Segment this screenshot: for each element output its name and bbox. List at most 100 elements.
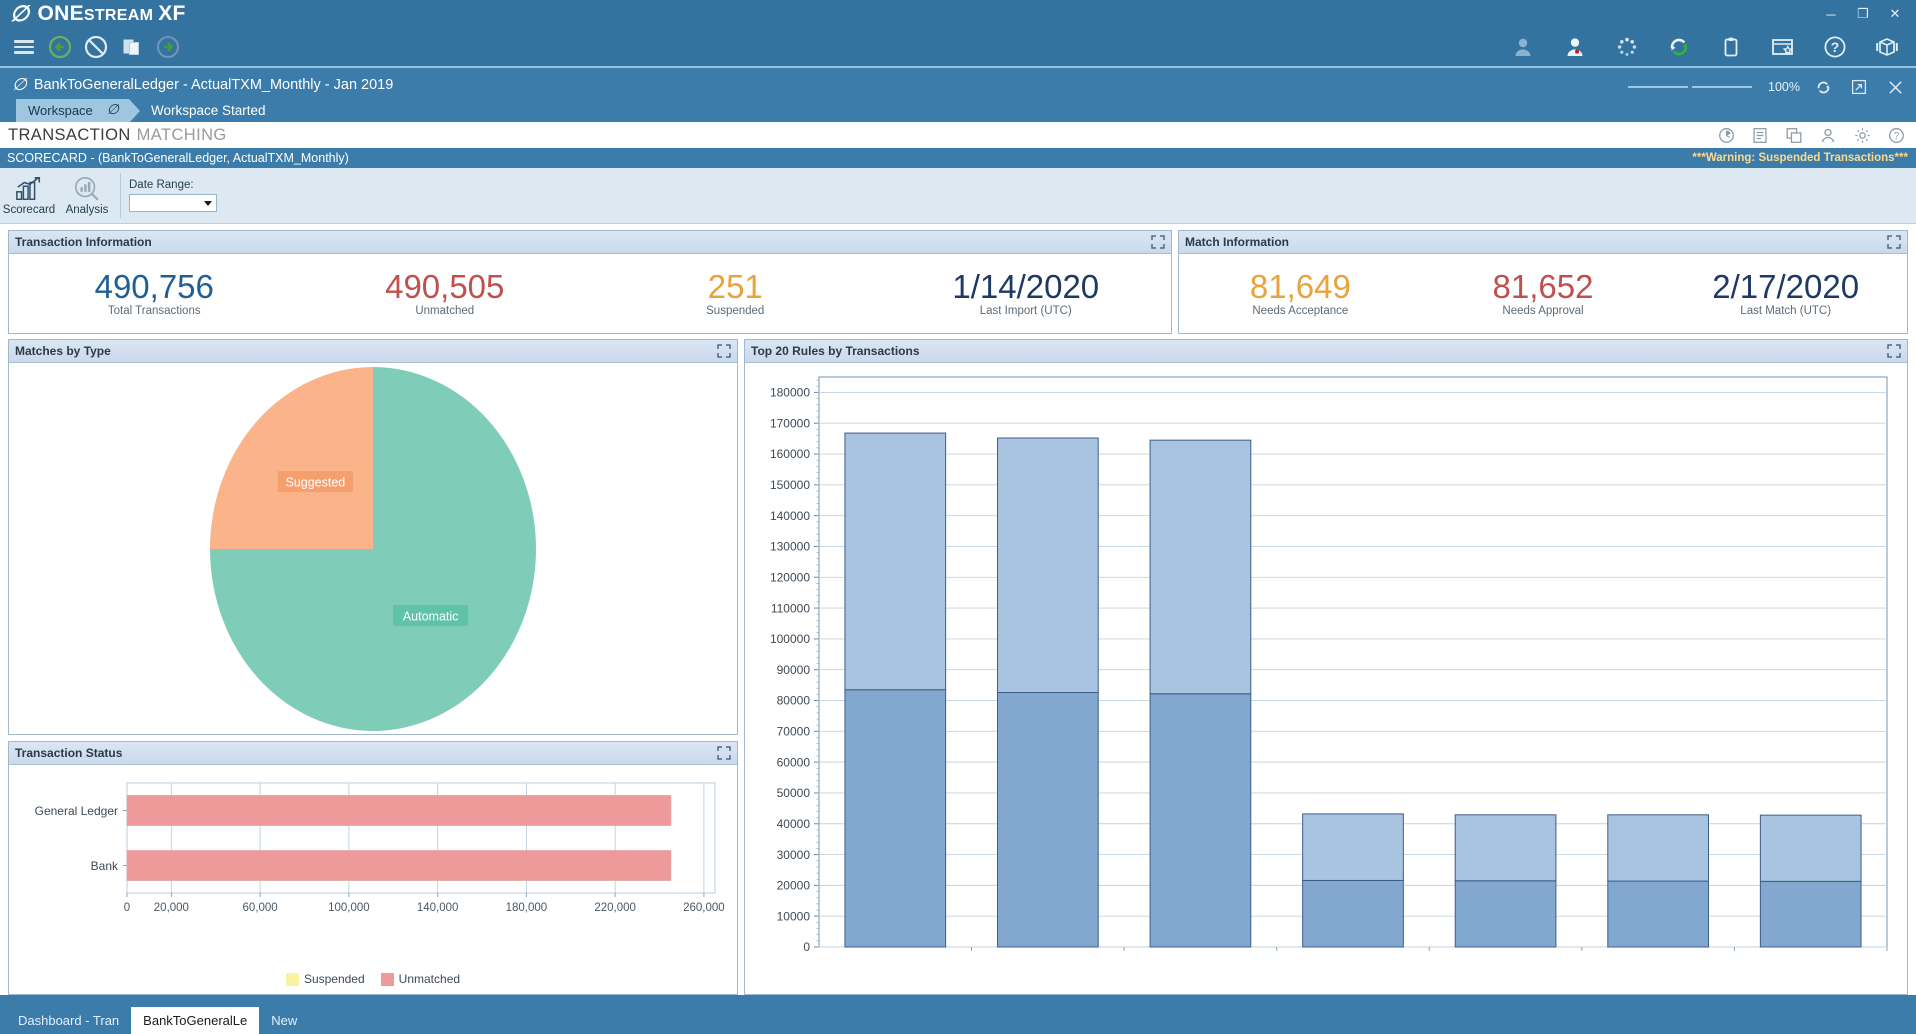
y-tick-label: 170000 <box>770 416 810 430</box>
user-logout-icon[interactable] <box>1554 31 1596 63</box>
bar-segment[interactable] <box>1303 880 1404 947</box>
bar-segment[interactable] <box>1150 440 1251 694</box>
ribbon-toolbar: Scorecard Analysis Date Range: <box>0 168 1916 224</box>
transaction-information-body: 490,756Total Transactions490,505Unmatche… <box>9 254 1171 333</box>
analysis-button-label: Analysis <box>66 204 109 216</box>
legend-swatch <box>286 973 299 986</box>
bar-segment[interactable] <box>845 690 946 947</box>
kpi-value: 251 <box>708 270 763 305</box>
menu-button[interactable] <box>6 31 42 63</box>
scorecard-label: SCORECARD - (BankToGeneralLedger, Actual… <box>7 151 349 165</box>
legend-item[interactable]: Unmatched <box>381 972 460 986</box>
list-icon[interactable] <box>1750 125 1770 145</box>
brand-xf: XF <box>158 2 185 25</box>
document-refresh-button[interactable] <box>1810 76 1836 98</box>
bar-segment[interactable] <box>1455 815 1556 881</box>
bar-segment[interactable] <box>1303 814 1404 881</box>
title-bar: ∅ ONESTREAMXF ─ ❐ ✕ <box>0 0 1916 28</box>
left-charts-column: Matches by Type AutomaticSuggested Trans… <box>8 339 738 995</box>
pie-chart-svg: AutomaticSuggested <box>173 364 573 734</box>
ribbon-separator <box>120 173 121 218</box>
match-information-header: Match Information <box>1179 231 1907 254</box>
transaction-status-panel: Transaction Status 020,00060,000100,0001… <box>8 741 738 995</box>
expand-icon[interactable] <box>1887 344 1901 358</box>
y-tick-label: 10000 <box>777 909 811 923</box>
y-tick-label: 30000 <box>777 848 811 862</box>
clock-icon[interactable] <box>1716 125 1736 145</box>
copy-button[interactable] <box>114 31 150 63</box>
bar-segment[interactable] <box>1760 815 1861 881</box>
bar-segment[interactable] <box>1608 815 1709 881</box>
forward-button[interactable] <box>150 31 186 63</box>
x-tick-label: 260,000 <box>683 902 725 914</box>
kpi-item: 490,505Unmatched <box>300 270 591 318</box>
y-tick-label: 90000 <box>777 663 811 677</box>
x-tick-label: 0 <box>124 902 130 914</box>
transaction-status-body: 020,00060,000100,000140,000180,000220,00… <box>9 765 737 994</box>
x-tick-label: 140,000 <box>417 902 459 914</box>
breadcrumb-logo-icon: ∅ <box>107 102 119 119</box>
zoom-slider[interactable] <box>1628 86 1752 88</box>
expand-icon[interactable] <box>1887 235 1901 249</box>
minimize-button[interactable]: ─ <box>1816 2 1846 26</box>
pie-slice-label: Automatic <box>403 609 459 623</box>
dashboard-tab[interactable]: BankToGeneralLe <box>131 1007 259 1034</box>
person-icon[interactable] <box>1818 125 1838 145</box>
gear-icon[interactable] <box>1852 125 1872 145</box>
kpi-item: 81,652Needs Approval <box>1422 270 1665 318</box>
close-button[interactable]: ✕ <box>1880 2 1910 26</box>
bar-segment[interactable] <box>1150 694 1251 947</box>
bar-segment[interactable] <box>1760 881 1861 947</box>
help-icon[interactable]: ? <box>1886 125 1906 145</box>
kpi-caption: Needs Approval <box>1502 305 1583 317</box>
analysis-magnifier-icon <box>72 175 102 203</box>
document-close-button[interactable] <box>1882 76 1908 98</box>
y-category-label: Bank <box>91 859 119 873</box>
busy-spinner-icon <box>1606 31 1648 63</box>
expand-icon[interactable] <box>1151 235 1165 249</box>
bar-segment[interactable] <box>998 693 1099 947</box>
no-entry-icon <box>84 35 108 59</box>
bar-segment[interactable] <box>127 851 671 881</box>
chevron-down-icon <box>204 201 212 206</box>
brand-one: ONE <box>37 2 83 25</box>
kpi-row: Transaction Information 490,756Total Tra… <box>8 230 1908 334</box>
favorite-window-icon[interactable] <box>1762 31 1804 63</box>
cancel-button[interactable] <box>78 31 114 63</box>
cube-icon[interactable] <box>1866 31 1908 63</box>
bar-segment[interactable] <box>845 433 946 690</box>
y-tick-label: 0 <box>803 940 810 954</box>
refresh-icon[interactable] <box>1658 31 1700 63</box>
dashboard-body: Transaction Information 490,756Total Tra… <box>0 224 1916 995</box>
svg-text:?: ? <box>1831 39 1840 55</box>
back-button[interactable] <box>42 31 78 63</box>
y-tick-label: 160000 <box>770 447 810 461</box>
clipboard-icon[interactable] <box>1710 31 1752 63</box>
pie-chart: AutomaticSuggested <box>9 363 737 734</box>
dashboard-tab[interactable]: Dashboard - Tran <box>6 1007 131 1034</box>
analysis-button[interactable]: Analysis <box>58 168 116 223</box>
bar-segment[interactable] <box>1455 881 1556 947</box>
date-range-select[interactable] <box>129 194 217 212</box>
bar-segment[interactable] <box>127 796 671 826</box>
transaction-kpi-list: 490,756Total Transactions490,505Unmatche… <box>9 254 1171 333</box>
breadcrumb-workspace[interactable]: Workspace ∅ <box>16 99 129 122</box>
document-popout-button[interactable] <box>1846 76 1872 98</box>
expand-icon[interactable] <box>717 746 731 760</box>
restore-button[interactable]: ❐ <box>1848 2 1878 26</box>
bar-segment[interactable] <box>1608 881 1709 947</box>
expand-icon[interactable] <box>717 344 731 358</box>
scorecard-button[interactable]: Scorecard <box>0 168 58 223</box>
scorecard-bar: SCORECARD - (BankToGeneralLedger, Actual… <box>0 148 1916 168</box>
legend-item[interactable]: Suspended <box>286 972 365 986</box>
y-tick-label: 120000 <box>770 570 810 584</box>
bar-segment[interactable] <box>998 438 1099 692</box>
help-icon[interactable]: ? <box>1814 31 1856 63</box>
y-tick-label: 60000 <box>777 755 811 769</box>
pie-slice[interactable] <box>210 367 373 549</box>
dashboard-tab[interactable]: New <box>259 1007 309 1034</box>
bottom-tab-bar: Dashboard - TranBankToGeneralLeNew <box>0 995 1916 1034</box>
copy-icon[interactable] <box>1784 125 1804 145</box>
user-icon[interactable] <box>1502 31 1544 63</box>
y-tick-label: 100000 <box>770 632 810 646</box>
